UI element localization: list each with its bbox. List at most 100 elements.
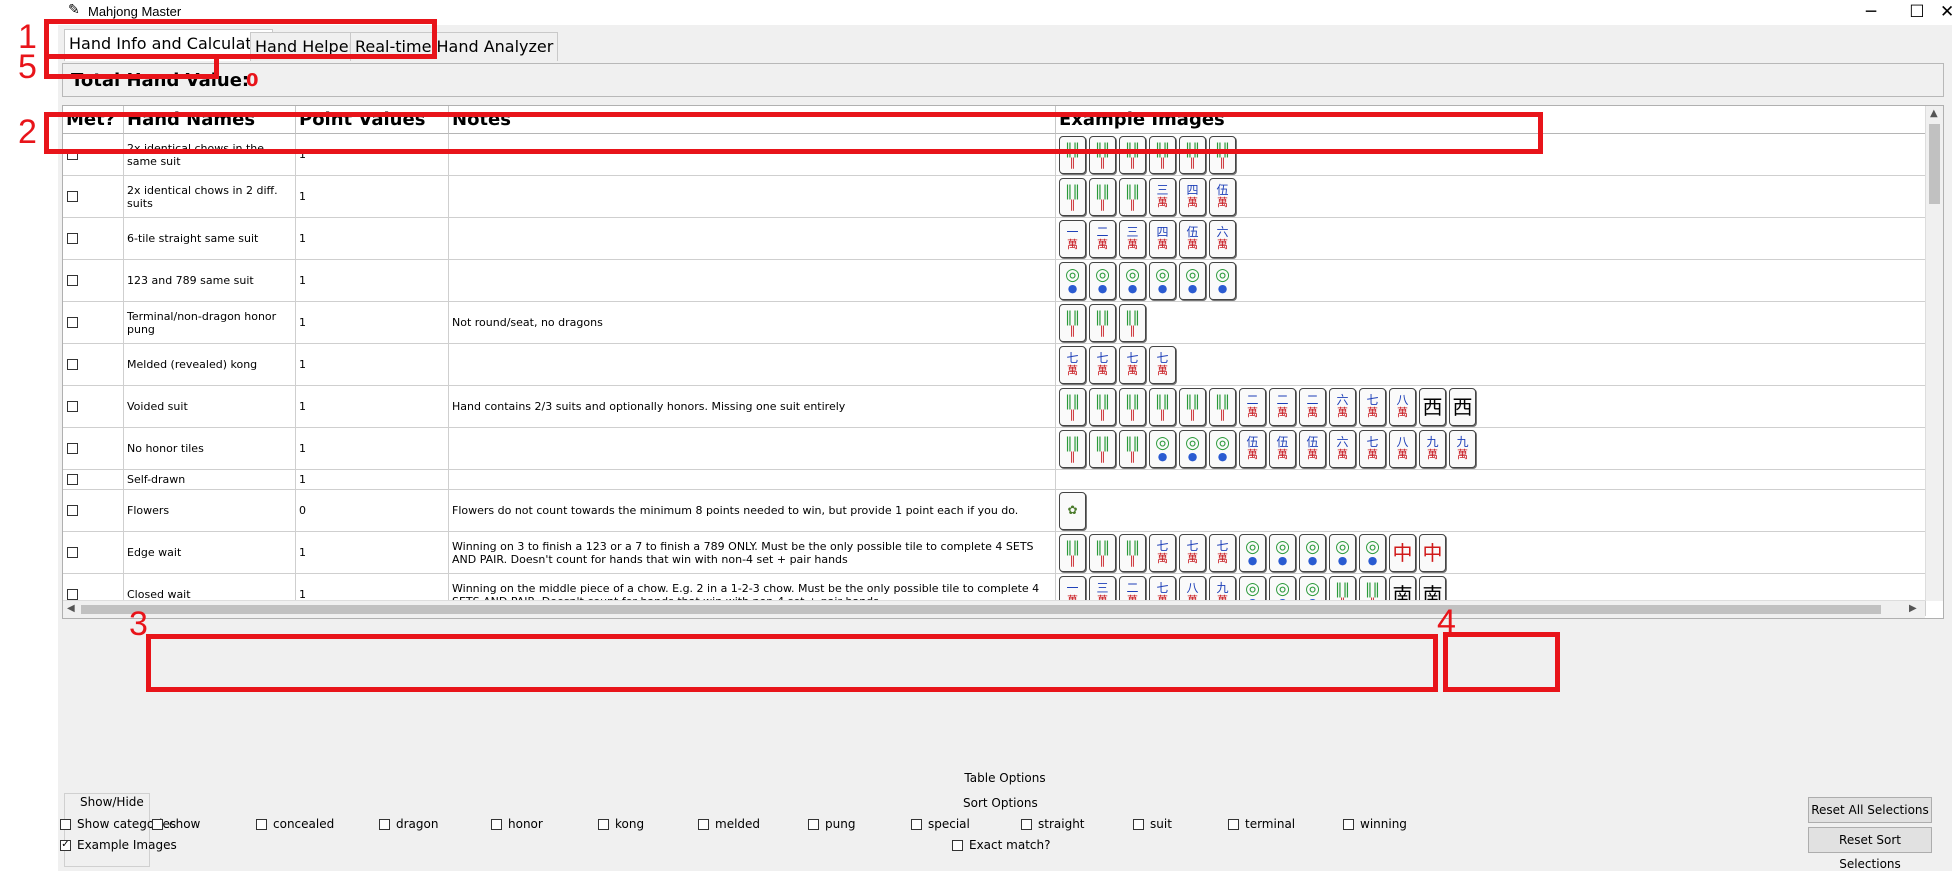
hand-name-cell: 2x identical chows in 2 diff. suits — [124, 176, 296, 218]
sort-pung-checkbox[interactable]: pung — [808, 817, 855, 831]
reset-sort-selections-button[interactable]: Reset Sort Selections — [1808, 827, 1932, 871]
mahjong-tile-icon: 七萬 — [1059, 345, 1086, 384]
close-button[interactable]: ✕ — [1940, 0, 1952, 25]
example-images-checkbox[interactable]: ✓ Example Images — [60, 838, 177, 852]
checkbox-icon[interactable] — [152, 818, 163, 830]
vertical-scrollbar[interactable]: ▲ — [1925, 106, 1943, 601]
tab-hand-helper[interactable]: Hand Helper — [250, 32, 361, 61]
met-checkbox[interactable] — [67, 233, 78, 244]
met-checkbox[interactable] — [67, 401, 78, 412]
checkbox-icon[interactable] — [698, 818, 709, 830]
mahjong-tile-icon: ‖‖‖ — [1059, 177, 1086, 216]
met-checkbox[interactable] — [67, 275, 78, 286]
met-cell[interactable] — [63, 344, 124, 386]
sort-kong-checkbox[interactable]: kong — [598, 817, 644, 831]
mahjong-tile-icon: ‖‖‖ — [1059, 387, 1086, 426]
sort-special-checkbox[interactable]: special — [911, 817, 970, 831]
mahjong-tile-icon: ‖‖‖ — [1059, 429, 1086, 468]
column-header-point-values[interactable]: Point Values — [296, 106, 449, 134]
mahjong-tile-icon: ◎● — [1179, 261, 1206, 300]
notes-cell — [449, 260, 1056, 302]
vertical-scroll-thumb[interactable] — [1929, 124, 1940, 204]
point-value-cell: 1 — [296, 386, 449, 428]
checkbox-icon[interactable] — [256, 818, 267, 830]
met-cell[interactable] — [63, 428, 124, 470]
column-header-met[interactable]: Met? — [63, 106, 124, 134]
reset-all-selections-button[interactable]: Reset All Selections — [1808, 797, 1932, 823]
sort-chow-checkbox[interactable]: chow — [152, 817, 200, 831]
met-checkbox[interactable] — [67, 359, 78, 370]
checkbox-icon[interactable] — [598, 818, 609, 830]
sort-concealed-checkbox[interactable]: concealed — [256, 817, 334, 831]
met-cell[interactable] — [63, 386, 124, 428]
example-images-cell: ◎ ● ◎ ● ◎ ● ◎ ● ◎ ● ◎ ● — [1056, 260, 1926, 302]
checkbox-icon[interactable] — [491, 818, 502, 830]
checkbox-icon[interactable] — [808, 818, 819, 830]
exact-match-label: Exact match? — [969, 838, 1051, 852]
met-checkbox[interactable] — [67, 474, 78, 485]
notes-cell — [449, 428, 1056, 470]
column-header-example-images[interactable]: Example Images — [1056, 106, 1926, 134]
scroll-right-icon[interactable]: ▶ — [1909, 603, 1917, 614]
mahjong-tile-icon: 二萬 — [1269, 387, 1296, 426]
sort-suit-checkbox[interactable]: suit — [1133, 817, 1172, 831]
checkbox-icon[interactable] — [379, 818, 390, 830]
sort-honor-checkbox[interactable]: honor — [491, 817, 543, 831]
mahjong-tile-icon: ‖‖‖ — [1119, 387, 1146, 426]
met-cell[interactable] — [63, 302, 124, 344]
met-checkbox[interactable] — [67, 191, 78, 202]
hand-name-cell: Flowers — [124, 490, 296, 532]
maximize-button[interactable]: ☐ — [1894, 0, 1940, 25]
horizontal-scrollbar[interactable]: ◀ ▶ — [63, 600, 1925, 618]
met-cell[interactable] — [63, 218, 124, 260]
scroll-up-icon[interactable]: ▲ — [1930, 108, 1938, 119]
horizontal-scroll-thumb[interactable] — [81, 605, 1881, 614]
checkbox-icon[interactable] — [911, 818, 922, 830]
met-cell[interactable] — [63, 532, 124, 574]
met-cell[interactable] — [63, 176, 124, 218]
mahjong-tile-icon: ◎● — [1149, 429, 1176, 468]
sort-melded-checkbox[interactable]: melded — [698, 817, 760, 831]
mahjong-tile-icon: ‖‖‖ — [1059, 135, 1086, 174]
sort-straight-checkbox[interactable]: straight — [1021, 817, 1085, 831]
met-checkbox[interactable] — [67, 547, 78, 558]
met-checkbox[interactable] — [67, 589, 78, 600]
checkbox-icon[interactable] — [952, 839, 963, 851]
met-cell[interactable] — [63, 134, 124, 176]
tab-hand-info[interactable]: Hand Info and Calculator — [64, 29, 274, 61]
checkbox-icon[interactable] — [60, 818, 71, 830]
minimize-button[interactable]: ─ — [1848, 0, 1894, 25]
sort-dragon-checkbox[interactable]: dragon — [379, 817, 438, 831]
exact-match-checkbox[interactable]: Exact match? — [952, 838, 1050, 852]
checked-checkbox-icon[interactable]: ✓ — [60, 839, 71, 851]
notes-cell — [449, 176, 1056, 218]
mahjong-tile-icon: ‖‖‖ — [1179, 387, 1206, 426]
tile-strip: ‖‖ ‖ ‖‖ ‖ ‖‖ ‖ ◎ ● ◎ ● ◎ ● 伍萬伍萬伍萬六萬七萬八萬九萬九萬 — [1059, 429, 1476, 468]
met-cell[interactable] — [63, 470, 124, 490]
checkbox-icon[interactable] — [1021, 818, 1032, 830]
column-header-hand-names[interactable]: Hand Names — [124, 106, 296, 134]
point-value-cell: 1 — [296, 532, 449, 574]
mahjong-tile-icon: ‖‖‖ — [1119, 177, 1146, 216]
met-cell[interactable] — [63, 260, 124, 302]
mahjong-tile-icon: ◎● — [1209, 429, 1236, 468]
met-checkbox[interactable] — [67, 505, 78, 516]
checkbox-icon[interactable] — [1343, 818, 1354, 830]
hand-name-cell: Terminal/non-dragon honor pung — [124, 302, 296, 344]
met-checkbox[interactable] — [67, 317, 78, 328]
sort-terminal-checkbox[interactable]: terminal — [1228, 817, 1295, 831]
met-checkbox[interactable] — [67, 149, 78, 160]
scroll-left-icon[interactable]: ◀ — [67, 603, 75, 614]
checkbox-icon[interactable] — [1133, 818, 1144, 830]
checkbox-icon[interactable] — [1228, 818, 1239, 830]
notes-cell — [449, 134, 1056, 176]
point-value-cell: 1 — [296, 428, 449, 470]
tab-real-time-analyzer[interactable]: Real-time Hand Analyzer — [350, 32, 559, 61]
column-header-notes[interactable]: Notes — [449, 106, 1056, 134]
met-cell[interactable] — [63, 490, 124, 532]
mahjong-tile-icon: ◎● — [1329, 533, 1356, 572]
table-options-title: Table Options — [964, 771, 1046, 785]
met-checkbox[interactable] — [67, 443, 78, 454]
sort-winning-checkbox[interactable]: winning — [1343, 817, 1407, 831]
feather-icon: ✎ — [68, 2, 80, 18]
